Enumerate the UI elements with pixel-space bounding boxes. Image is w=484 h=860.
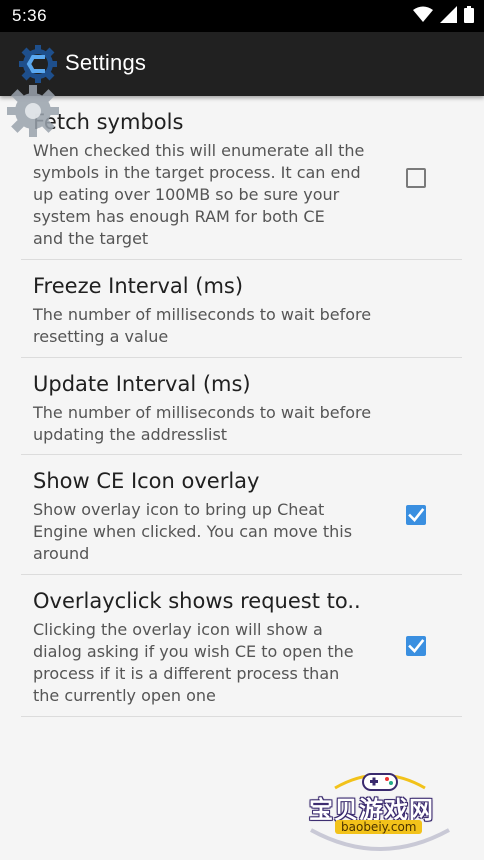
- cheat-engine-logo-icon: [18, 44, 58, 84]
- fetch-symbols-checkbox[interactable]: [406, 168, 426, 188]
- battery-icon: [464, 5, 474, 27]
- pref-update-interval[interactable]: Update Interval (ms) The number of milli…: [21, 358, 462, 455]
- pref-title: Freeze Interval (ms): [33, 274, 244, 298]
- pref-overlayclick-shows-request[interactable]: Overlayclick shows request to.. Clicking…: [21, 575, 462, 717]
- pref-title: Update Interval (ms): [33, 372, 251, 396]
- preference-list: Fetch symbols When checked this will enu…: [21, 96, 462, 717]
- show-ce-icon-overlay-checkbox[interactable]: [406, 505, 426, 525]
- status-icons: [413, 5, 474, 27]
- pref-freeze-interval[interactable]: Freeze Interval (ms) The number of milli…: [21, 260, 462, 358]
- signal-icon: [440, 5, 457, 27]
- pref-show-ce-icon-overlay[interactable]: Show CE Icon overlay Show overlay icon t…: [21, 455, 462, 575]
- app-bar: Settings: [0, 32, 484, 96]
- status-time: 5:36: [12, 6, 48, 25]
- overlayclick-shows-request-checkbox[interactable]: [406, 636, 426, 656]
- pref-summary: The number of milliseconds to wait befor…: [33, 403, 372, 444]
- pref-title: Overlayclick shows request to..: [33, 589, 361, 613]
- pref-summary: Show overlay icon to bring up Cheat Engi…: [33, 500, 353, 563]
- pref-title: Show CE Icon overlay: [33, 469, 260, 493]
- pref-summary: Clicking the overlay icon will show a di…: [33, 620, 354, 705]
- pref-summary: When checked this will enumerate all the…: [33, 141, 365, 248]
- pref-summary: The number of milliseconds to wait befor…: [33, 305, 372, 346]
- status-bar: 5:36: [0, 0, 484, 32]
- watermark: 宝贝游戏网 baobeiy.com: [305, 768, 455, 856]
- gear-icon[interactable]: [4, 82, 62, 140]
- wifi-icon: [413, 6, 433, 27]
- watermark-url: baobeiy.com: [335, 820, 423, 834]
- page-title: Settings: [65, 50, 147, 75]
- checkmark-icon: [408, 508, 425, 522]
- checkmark-icon: [408, 639, 425, 653]
- pref-fetch-symbols[interactable]: Fetch symbols When checked this will enu…: [21, 96, 462, 260]
